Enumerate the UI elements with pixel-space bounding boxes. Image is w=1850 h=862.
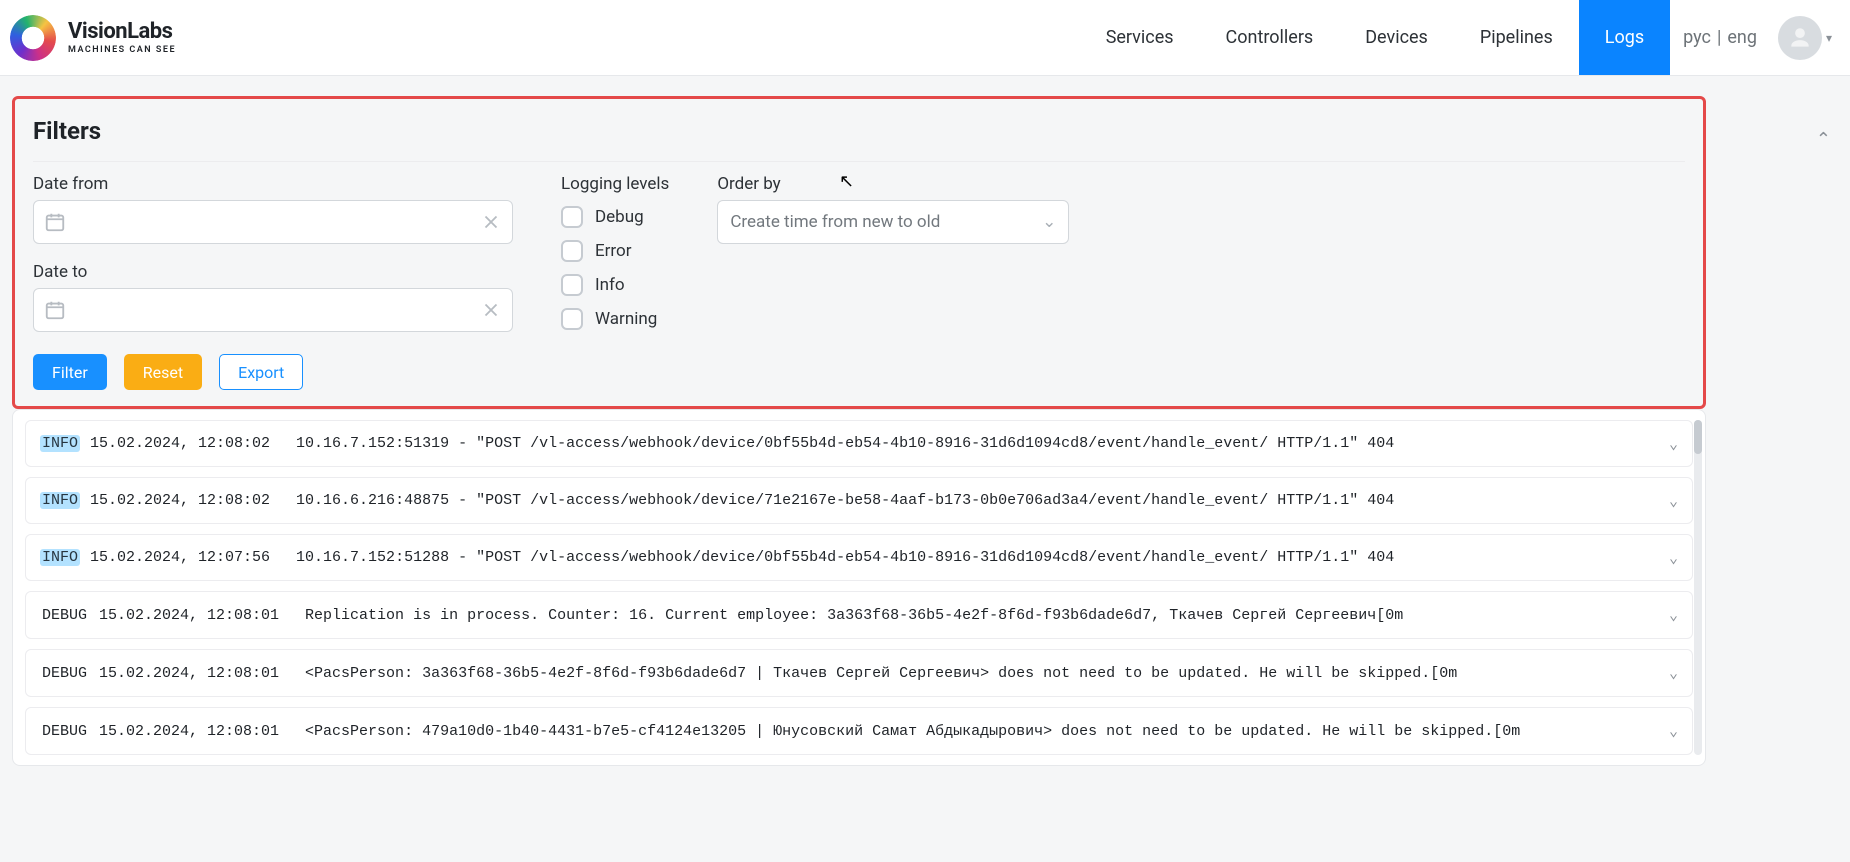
clear-icon[interactable] <box>480 211 502 233</box>
log-timestamp: 15.02.2024, 12:08:02 <box>90 435 270 452</box>
checkbox-info-label: Info <box>595 275 625 295</box>
user-menu[interactable]: ▾ <box>1778 16 1836 60</box>
checkbox-icon <box>561 206 583 228</box>
log-row[interactable]: DEBUG 15.02.2024, 12:08:01 <PacsPerson: 47… <box>25 707 1693 755</box>
chevron-down-icon[interactable]: ⌄ <box>1669 722 1678 741</box>
calendar-icon <box>44 211 66 233</box>
log-row[interactable]: DEBUG 15.02.2024, 12:08:01 Replication is… <box>25 591 1693 639</box>
log-level-badge: INFO <box>40 435 80 452</box>
filters-order-col: Order by Create time from new to old ⌄ <box>717 174 1069 244</box>
chevron-down-icon[interactable]: ⌄ <box>1669 434 1678 453</box>
log-message: 10.16.7.152:51288 - "POST /vl-access/web… <box>296 549 1394 566</box>
language-switch: рус | eng <box>1670 27 1778 48</box>
nav-controllers[interactable]: Controllers <box>1200 0 1340 75</box>
chevron-down-icon[interactable]: ⌄ <box>1669 491 1678 510</box>
logo-icon <box>10 15 56 61</box>
logging-levels-title: Logging levels <box>561 174 669 194</box>
log-timestamp: 15.02.2024, 12:08:01 <box>99 723 279 740</box>
log-message: <PacsPerson: 3a363f68-36b5-4e2f-8f6d-f93… <box>305 664 1457 682</box>
reset-button[interactable]: Reset <box>124 354 202 390</box>
chevron-down-icon: ▾ <box>1826 31 1832 45</box>
chevron-down-icon: ⌄ <box>1042 212 1056 232</box>
logs-panel: INFO 15.02.2024, 12:08:02 10.16.7.152:5131… <box>12 409 1706 766</box>
nav-logs[interactable]: Logs <box>1579 0 1670 75</box>
checkbox-debug[interactable]: Debug <box>561 206 669 228</box>
brand-logo[interactable]: VisionLabs MACHINES CAN SEE <box>10 15 176 61</box>
log-timestamp: 15.02.2024, 12:08:02 <box>90 492 270 509</box>
filters-title: Filters <box>33 99 1685 162</box>
checkbox-info[interactable]: Info <box>561 274 669 296</box>
order-by-select[interactable]: Create time from new to old ⌄ <box>717 200 1069 244</box>
brand-tagline: MACHINES CAN SEE <box>68 46 176 55</box>
chevron-down-icon[interactable]: ⌄ <box>1669 664 1678 683</box>
chevron-down-icon[interactable]: ⌄ <box>1669 606 1678 625</box>
lang-separator: | <box>1714 27 1724 48</box>
date-from-input[interactable] <box>33 200 513 244</box>
filters-panel: Filters ↖ Date from Date to Filter Reset <box>12 96 1706 409</box>
export-button[interactable]: Export <box>219 354 303 390</box>
log-row[interactable]: INFO 15.02.2024, 12:07:56 10.16.7.152:5128… <box>25 534 1693 581</box>
nav-devices[interactable]: Devices <box>1339 0 1454 75</box>
brand-name: VisionLabs <box>68 21 176 43</box>
log-level-badge: DEBUG <box>40 607 89 624</box>
log-level-badge: DEBUG <box>40 723 89 740</box>
checkbox-icon <box>561 274 583 296</box>
log-message: 10.16.6.216:48875 - "POST /vl-access/web… <box>296 492 1394 509</box>
checkbox-icon <box>561 240 583 262</box>
nav-pipelines[interactable]: Pipelines <box>1454 0 1579 75</box>
nav-services[interactable]: Services <box>1080 0 1200 75</box>
log-message: <PacsPerson: 479a10d0-1b40-4431-b7e5-cf4… <box>305 722 1520 740</box>
log-timestamp: 15.02.2024, 12:07:56 <box>90 549 270 566</box>
log-level-badge: INFO <box>40 492 80 509</box>
app-header: VisionLabs MACHINES CAN SEE Services Con… <box>0 0 1850 76</box>
calendar-icon <box>44 299 66 321</box>
log-message: Replication is in process. Counter: 16. … <box>305 606 1403 624</box>
filters-dates-col: Date from Date to Filter Reset Export <box>33 174 513 390</box>
filter-buttons: Filter Reset Export <box>33 354 513 390</box>
collapse-filters-icon[interactable]: ⌃ <box>1816 129 1831 150</box>
scrollbar[interactable] <box>1694 420 1702 755</box>
date-to-label: Date to <box>33 262 513 282</box>
order-by-value: Create time from new to old <box>730 212 940 232</box>
checkbox-error[interactable]: Error <box>561 240 669 262</box>
checkbox-warning-label: Warning <box>595 309 657 329</box>
date-to-input[interactable] <box>33 288 513 332</box>
log-message: 10.16.7.152:51319 - "POST /vl-access/web… <box>296 435 1394 452</box>
log-level-badge: DEBUG <box>40 665 89 682</box>
chevron-down-icon[interactable]: ⌄ <box>1669 548 1678 567</box>
checkbox-debug-label: Debug <box>595 207 644 227</box>
lang-rus[interactable]: рус <box>1680 27 1714 48</box>
brand-text: VisionLabs MACHINES CAN SEE <box>68 21 176 55</box>
log-timestamp: 15.02.2024, 12:08:01 <box>99 607 279 624</box>
log-row[interactable]: DEBUG 15.02.2024, 12:08:01 <PacsPerson: 3a… <box>25 649 1693 697</box>
main-nav: Services Controllers Devices Pipelines L… <box>1080 0 1670 75</box>
log-row[interactable]: INFO 15.02.2024, 12:08:02 10.16.6.216:4887… <box>25 477 1693 524</box>
filter-button[interactable]: Filter <box>33 354 107 390</box>
log-level-badge: INFO <box>40 549 80 566</box>
log-timestamp: 15.02.2024, 12:08:01 <box>99 665 279 682</box>
clear-icon[interactable] <box>480 299 502 321</box>
checkbox-error-label: Error <box>595 241 631 261</box>
lang-eng[interactable]: eng <box>1724 27 1760 48</box>
date-from-label: Date from <box>33 174 513 194</box>
checkbox-icon <box>561 308 583 330</box>
order-by-label: Order by <box>717 174 1069 194</box>
avatar-icon <box>1778 16 1822 60</box>
log-row[interactable]: INFO 15.02.2024, 12:08:02 10.16.7.152:5131… <box>25 420 1693 467</box>
checkbox-warning[interactable]: Warning <box>561 308 669 330</box>
filters-levels-col: Logging levels Debug Error Info Warning <box>561 174 669 330</box>
scrollbar-thumb[interactable] <box>1694 420 1702 454</box>
